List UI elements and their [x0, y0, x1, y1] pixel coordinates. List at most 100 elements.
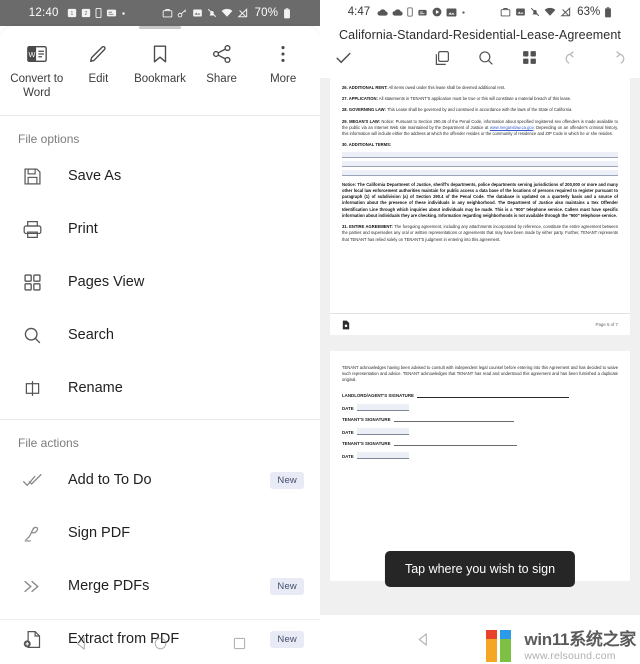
- tenant1-date-line[interactable]: DATE: [342, 427, 618, 435]
- mobile-icon: [407, 7, 413, 17]
- landlord-date-line[interactable]: DATE: [342, 403, 618, 411]
- quick-action-edit[interactable]: Edit: [68, 43, 130, 101]
- tenant2-signature-line[interactable]: TENANT'S SIGNATURE: [342, 441, 618, 446]
- clause-26: 26. ADDITIONAL RENT: All items owed unde…: [342, 85, 618, 91]
- watermark-title: win11系统之家: [524, 629, 636, 649]
- quick-action-share[interactable]: Share: [191, 43, 253, 101]
- clause-number: 30. ADDITIONAL TERMS:: [342, 142, 392, 148]
- briefcase-icon: [162, 9, 172, 18]
- watermark-url: www.relsound.com: [524, 649, 616, 662]
- signature-label: LANDLORD/AGENT'S SIGNATURE: [342, 392, 414, 398]
- clause-text: All statements in TENANT'S application m…: [377, 96, 572, 102]
- document-toolbar: [320, 47, 640, 78]
- photo-frame-icon: [192, 9, 202, 17]
- grid-icon[interactable]: [521, 49, 538, 71]
- clause-27: 27. APPLICATION: All statements in TENAN…: [342, 96, 618, 102]
- check-icon[interactable]: [334, 48, 353, 72]
- dot-icon: [121, 11, 125, 15]
- clause-number: 29. MEGAN'S LAW:: [342, 118, 381, 124]
- menu-item-sign-pdf[interactable]: Sign PDF: [0, 507, 320, 560]
- signature-pen-icon: [22, 523, 48, 544]
- menu-item-label: Print: [68, 221, 98, 238]
- menu-item-label: Pages View: [68, 274, 145, 291]
- quick-action-label: Share: [206, 73, 237, 85]
- status-battery-percent: 63%: [577, 6, 601, 18]
- undo-icon[interactable]: [564, 49, 582, 72]
- more-vertical-icon: [281, 46, 285, 62]
- megans-law-link[interactable]: www.meganslaw.ca.gov: [490, 125, 534, 130]
- wifi-icon: [544, 7, 556, 16]
- menu-item-merge-pdfs[interactable]: Merge PDFs New: [0, 560, 320, 613]
- rename-icon: [22, 378, 48, 399]
- document-page-6[interactable]: TENANT acknowledges having been advised …: [330, 351, 630, 581]
- redo-icon[interactable]: [608, 49, 626, 72]
- signature-rule[interactable]: [416, 396, 569, 398]
- image-icon: [446, 8, 457, 16]
- new-badge: New: [270, 471, 304, 489]
- search-icon[interactable]: [477, 49, 495, 72]
- new-badge: [290, 530, 304, 536]
- left-panel: 12:40 1 2 70% W Convert to Word Edit Boo…: [0, 0, 320, 664]
- share-icon: [212, 44, 231, 64]
- document-icon: [342, 320, 350, 329]
- document-page-5[interactable]: 26. ADDITIONAL RENT: All items owed unde…: [330, 78, 630, 335]
- quick-action-label: Convert to Word: [10, 73, 64, 100]
- watermark-text: win11系统之家 www.relsound.com: [524, 631, 636, 662]
- additional-terms-field-1[interactable]: [342, 151, 618, 158]
- signature-label: TENANT'S SIGNATURE: [342, 416, 391, 422]
- status-battery-percent: 70%: [254, 7, 279, 19]
- menu-item-label: Sign PDF: [68, 525, 131, 542]
- back-icon[interactable]: [416, 632, 431, 652]
- signature-rule[interactable]: [393, 444, 517, 446]
- quick-actions-row: W Convert to Word Edit Bookmark Share Mo…: [0, 29, 320, 111]
- watermark: win11系统之家 www.relsound.com: [479, 628, 636, 664]
- quick-action-more[interactable]: More: [252, 43, 314, 101]
- tenant-acknowledgement: TENANT acknowledges having been advised …: [342, 365, 618, 383]
- double-check-icon: [22, 470, 48, 491]
- quick-action-bookmark[interactable]: Bookmark: [129, 43, 191, 101]
- tenant2-date-line[interactable]: DATE: [342, 451, 618, 459]
- home-icon[interactable]: [153, 636, 168, 656]
- document-scroll-area[interactable]: 26. ADDITIONAL RENT: All items owed unde…: [320, 78, 640, 615]
- date-field[interactable]: [356, 427, 409, 435]
- copy-icon[interactable]: [433, 49, 451, 72]
- new-badge: New: [270, 577, 304, 595]
- quick-action-convert-to-word[interactable]: W Convert to Word: [6, 43, 68, 101]
- clause-text: All items owed under this lease shall be…: [387, 85, 506, 90]
- pencil-icon: [90, 45, 107, 63]
- landlord-signature-line[interactable]: LANDLORD/AGENT'S SIGNATURE: [342, 393, 618, 398]
- menu-item-search[interactable]: Search: [0, 309, 320, 362]
- menu-item-pages-view[interactable]: Pages View: [0, 256, 320, 309]
- battery-icon: [284, 7, 291, 18]
- menu-item-print[interactable]: Print: [0, 203, 320, 256]
- menu-item-label: Search: [68, 327, 114, 344]
- menu-item-rename[interactable]: Rename: [0, 362, 320, 415]
- new-badge: New: [270, 630, 304, 648]
- grid-icon: [22, 272, 48, 293]
- date-field[interactable]: [356, 403, 409, 411]
- printer-icon: [22, 219, 48, 240]
- menu-item-add-to-to-do[interactable]: Add to To Do New: [0, 454, 320, 507]
- signature-rule[interactable]: [393, 420, 514, 422]
- dot-icon: [462, 10, 465, 14]
- recents-icon[interactable]: [232, 636, 247, 656]
- file-actions-heading: File actions: [18, 435, 79, 450]
- clause-text: This Lease shall be governed by and cons…: [385, 107, 573, 113]
- date-field[interactable]: [356, 451, 409, 459]
- data-transfer-icon: [418, 9, 427, 15]
- win11-logo-icon: [486, 630, 512, 662]
- date-label: DATE: [342, 405, 354, 411]
- menu-item-save-as[interactable]: Save As: [0, 150, 320, 203]
- left-status-bar: 12:40 1 2 70%: [0, 0, 320, 26]
- additional-terms-field-2[interactable]: [342, 160, 618, 167]
- status-left-icons: 1 2: [67, 8, 126, 18]
- svg-text:1: 1: [70, 11, 73, 17]
- quick-action-label: Bookmark: [134, 73, 186, 85]
- additional-terms-field-3[interactable]: [342, 169, 618, 176]
- date-label: DATE: [342, 429, 354, 435]
- back-icon[interactable]: [74, 636, 89, 656]
- status-right-icons: [162, 8, 248, 18]
- bookmark-icon: [153, 45, 167, 63]
- clause-28: 28. GOVERNING LAW: This Lease shall be g…: [342, 107, 618, 113]
- tenant1-signature-line[interactable]: TENANT'S SIGNATURE: [342, 417, 618, 422]
